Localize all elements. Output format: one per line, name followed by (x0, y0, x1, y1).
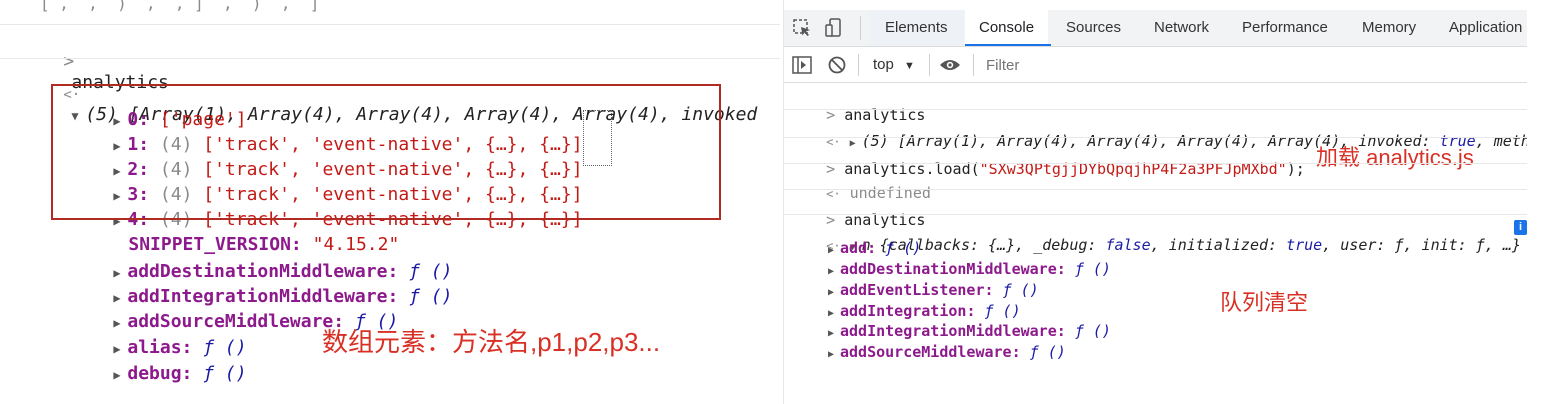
object-prop[interactable]: ▶ add: ƒ () (828, 239, 921, 257)
toolbar-divider (929, 54, 930, 76)
collapse-triangle-icon[interactable]: ▶ (828, 308, 840, 319)
object-prop[interactable]: ▶ addIntegration: ƒ () (828, 302, 1021, 320)
context-selector[interactable]: top ▼ (873, 56, 915, 73)
inspect-element-icon[interactable] (792, 18, 812, 42)
object-prop[interactable]: ▶ addEventListener: ƒ () (828, 281, 1039, 299)
tab-application[interactable]: Application (1449, 10, 1522, 46)
object-prop[interactable]: ▶ addSourceMiddleware: ƒ () (828, 343, 1066, 361)
separator (784, 109, 1527, 110)
collapse-triangle-icon[interactable]: ▶ (828, 287, 840, 298)
live-expression-eye-icon[interactable] (939, 57, 961, 77)
object-prop[interactable]: ▶ addIntegrationMiddleware: ƒ () (828, 322, 1111, 340)
filter-input[interactable] (980, 53, 1527, 77)
method-prop[interactable]: ▶ debug: ƒ () (70, 342, 246, 404)
show-sidebar-icon[interactable] (792, 56, 812, 78)
collapse-triangle-icon[interactable]: ▶ (828, 266, 840, 277)
separator (0, 24, 780, 25)
separator (784, 137, 1527, 138)
tab-memory[interactable]: Memory (1362, 10, 1416, 46)
separator (784, 82, 1527, 83)
annotation-queue-cleared: 队列清空 (1220, 290, 1309, 315)
tab-elements[interactable]: Elements (869, 10, 964, 46)
annotation-array-elements: 数组元素：方法名,p1,p2,p3... (322, 327, 661, 357)
separator (784, 163, 1527, 164)
tab-network[interactable]: Network (1154, 10, 1209, 46)
tab-console[interactable]: Console (965, 10, 1049, 46)
toolbar-divider (860, 16, 861, 40)
toolbar-divider (858, 54, 859, 76)
left-console-panel: [ , , ) , , ] , ) , ] > analytics <· ▼ (5… (0, 0, 780, 404)
separator (784, 214, 1527, 215)
separator (784, 46, 1527, 47)
separator (0, 58, 780, 59)
collapse-triangle-icon[interactable]: ▶ (828, 245, 840, 256)
info-icon[interactable]: i (1514, 220, 1527, 235)
highlight-box (51, 84, 721, 220)
collapse-triangle-icon[interactable]: ▶ (828, 349, 840, 360)
device-toolbar-icon[interactable] (824, 18, 844, 42)
annotation-load: 加载 analytics.js (1316, 145, 1474, 170)
dropdown-arrow-icon: ▼ (904, 60, 915, 72)
toolbar-divider (973, 54, 974, 76)
separator (784, 189, 1527, 190)
collapse-triangle-icon[interactable]: ▶ (828, 328, 840, 339)
object-prop[interactable]: ▶ addDestinationMiddleware: ƒ () (828, 260, 1111, 278)
clear-console-icon[interactable] (828, 56, 846, 78)
devtools-panel: Elements Console Sources Network Perform… (783, 0, 1527, 404)
tab-sources[interactable]: Sources (1066, 10, 1121, 46)
tab-performance[interactable]: Performance (1242, 10, 1328, 46)
collapse-triangle-icon[interactable]: ▶ (113, 368, 127, 382)
cut-off-line: [ , , ) , , ] , ) , ] (40, 0, 320, 13)
dotted-selection-box (583, 110, 612, 166)
